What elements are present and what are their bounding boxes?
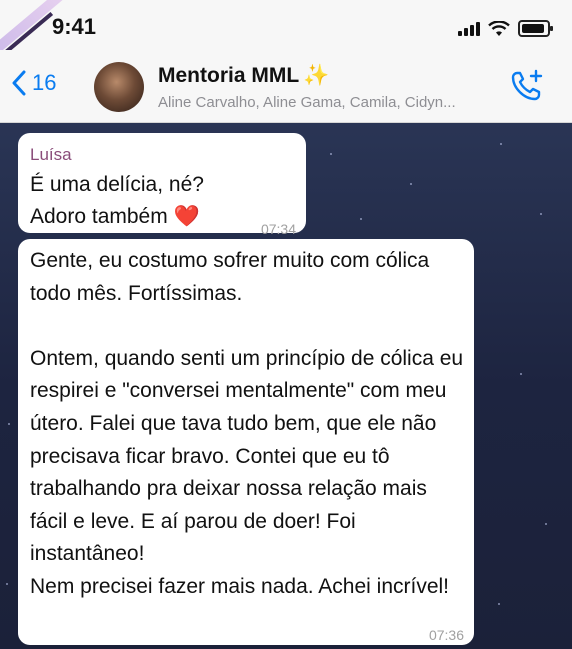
battery-icon <box>518 20 553 37</box>
chat-area[interactable]: Luísa É uma delícia, né? Adoro também ❤️… <box>0 123 572 649</box>
back-button[interactable]: 16 <box>12 70 56 96</box>
chevron-left-icon <box>12 70 26 96</box>
bg-star <box>545 523 547 525</box>
status-bar: 9:41 <box>0 0 572 65</box>
group-title[interactable]: Mentoria MML ✨ <box>158 64 329 88</box>
unread-count: 16 <box>32 70 57 95</box>
message-line: É uma delícia, né? <box>30 173 204 196</box>
group-members[interactable]: Aline Carvalho, Aline Gama, Camila, Cidy… <box>158 94 498 111</box>
heart-icon: ❤️ <box>173 205 200 228</box>
group-title-text: Mentoria MML <box>158 64 300 87</box>
bg-star <box>498 603 500 605</box>
message-bubble[interactable]: Gente, eu costumo sofrer muito com cólic… <box>18 239 474 645</box>
wifi-icon <box>488 20 510 36</box>
group-avatar[interactable] <box>94 62 144 112</box>
sender-name: Luísa <box>30 145 72 164</box>
message-time: 07:36 <box>428 627 464 643</box>
add-call-button[interactable] <box>510 68 544 107</box>
bg-star <box>330 153 332 155</box>
bg-star <box>6 583 8 585</box>
chat-header: 16 Mentoria MML ✨ Aline Carvalho, Aline G… <box>0 50 572 123</box>
message-line: Adoro também ❤️ <box>30 203 200 231</box>
bg-star <box>360 218 362 220</box>
bg-star <box>8 423 10 425</box>
bg-star <box>410 183 412 185</box>
bg-star <box>540 213 542 215</box>
signal-icon <box>458 21 480 36</box>
system-icons <box>458 20 553 37</box>
message-text: Gente, eu costumo sofrer muito com cólic… <box>30 249 464 598</box>
sparkle-icon: ✨ <box>303 64 330 87</box>
message-bubble[interactable]: Luísa É uma delícia, né? Adoro também ❤️… <box>18 133 306 237</box>
bg-star <box>500 143 502 145</box>
phone-plus-icon <box>511 69 543 101</box>
status-time: 9:41 <box>52 14 97 39</box>
bg-star <box>520 373 522 375</box>
message-line-text: Adoro também <box>30 205 168 228</box>
